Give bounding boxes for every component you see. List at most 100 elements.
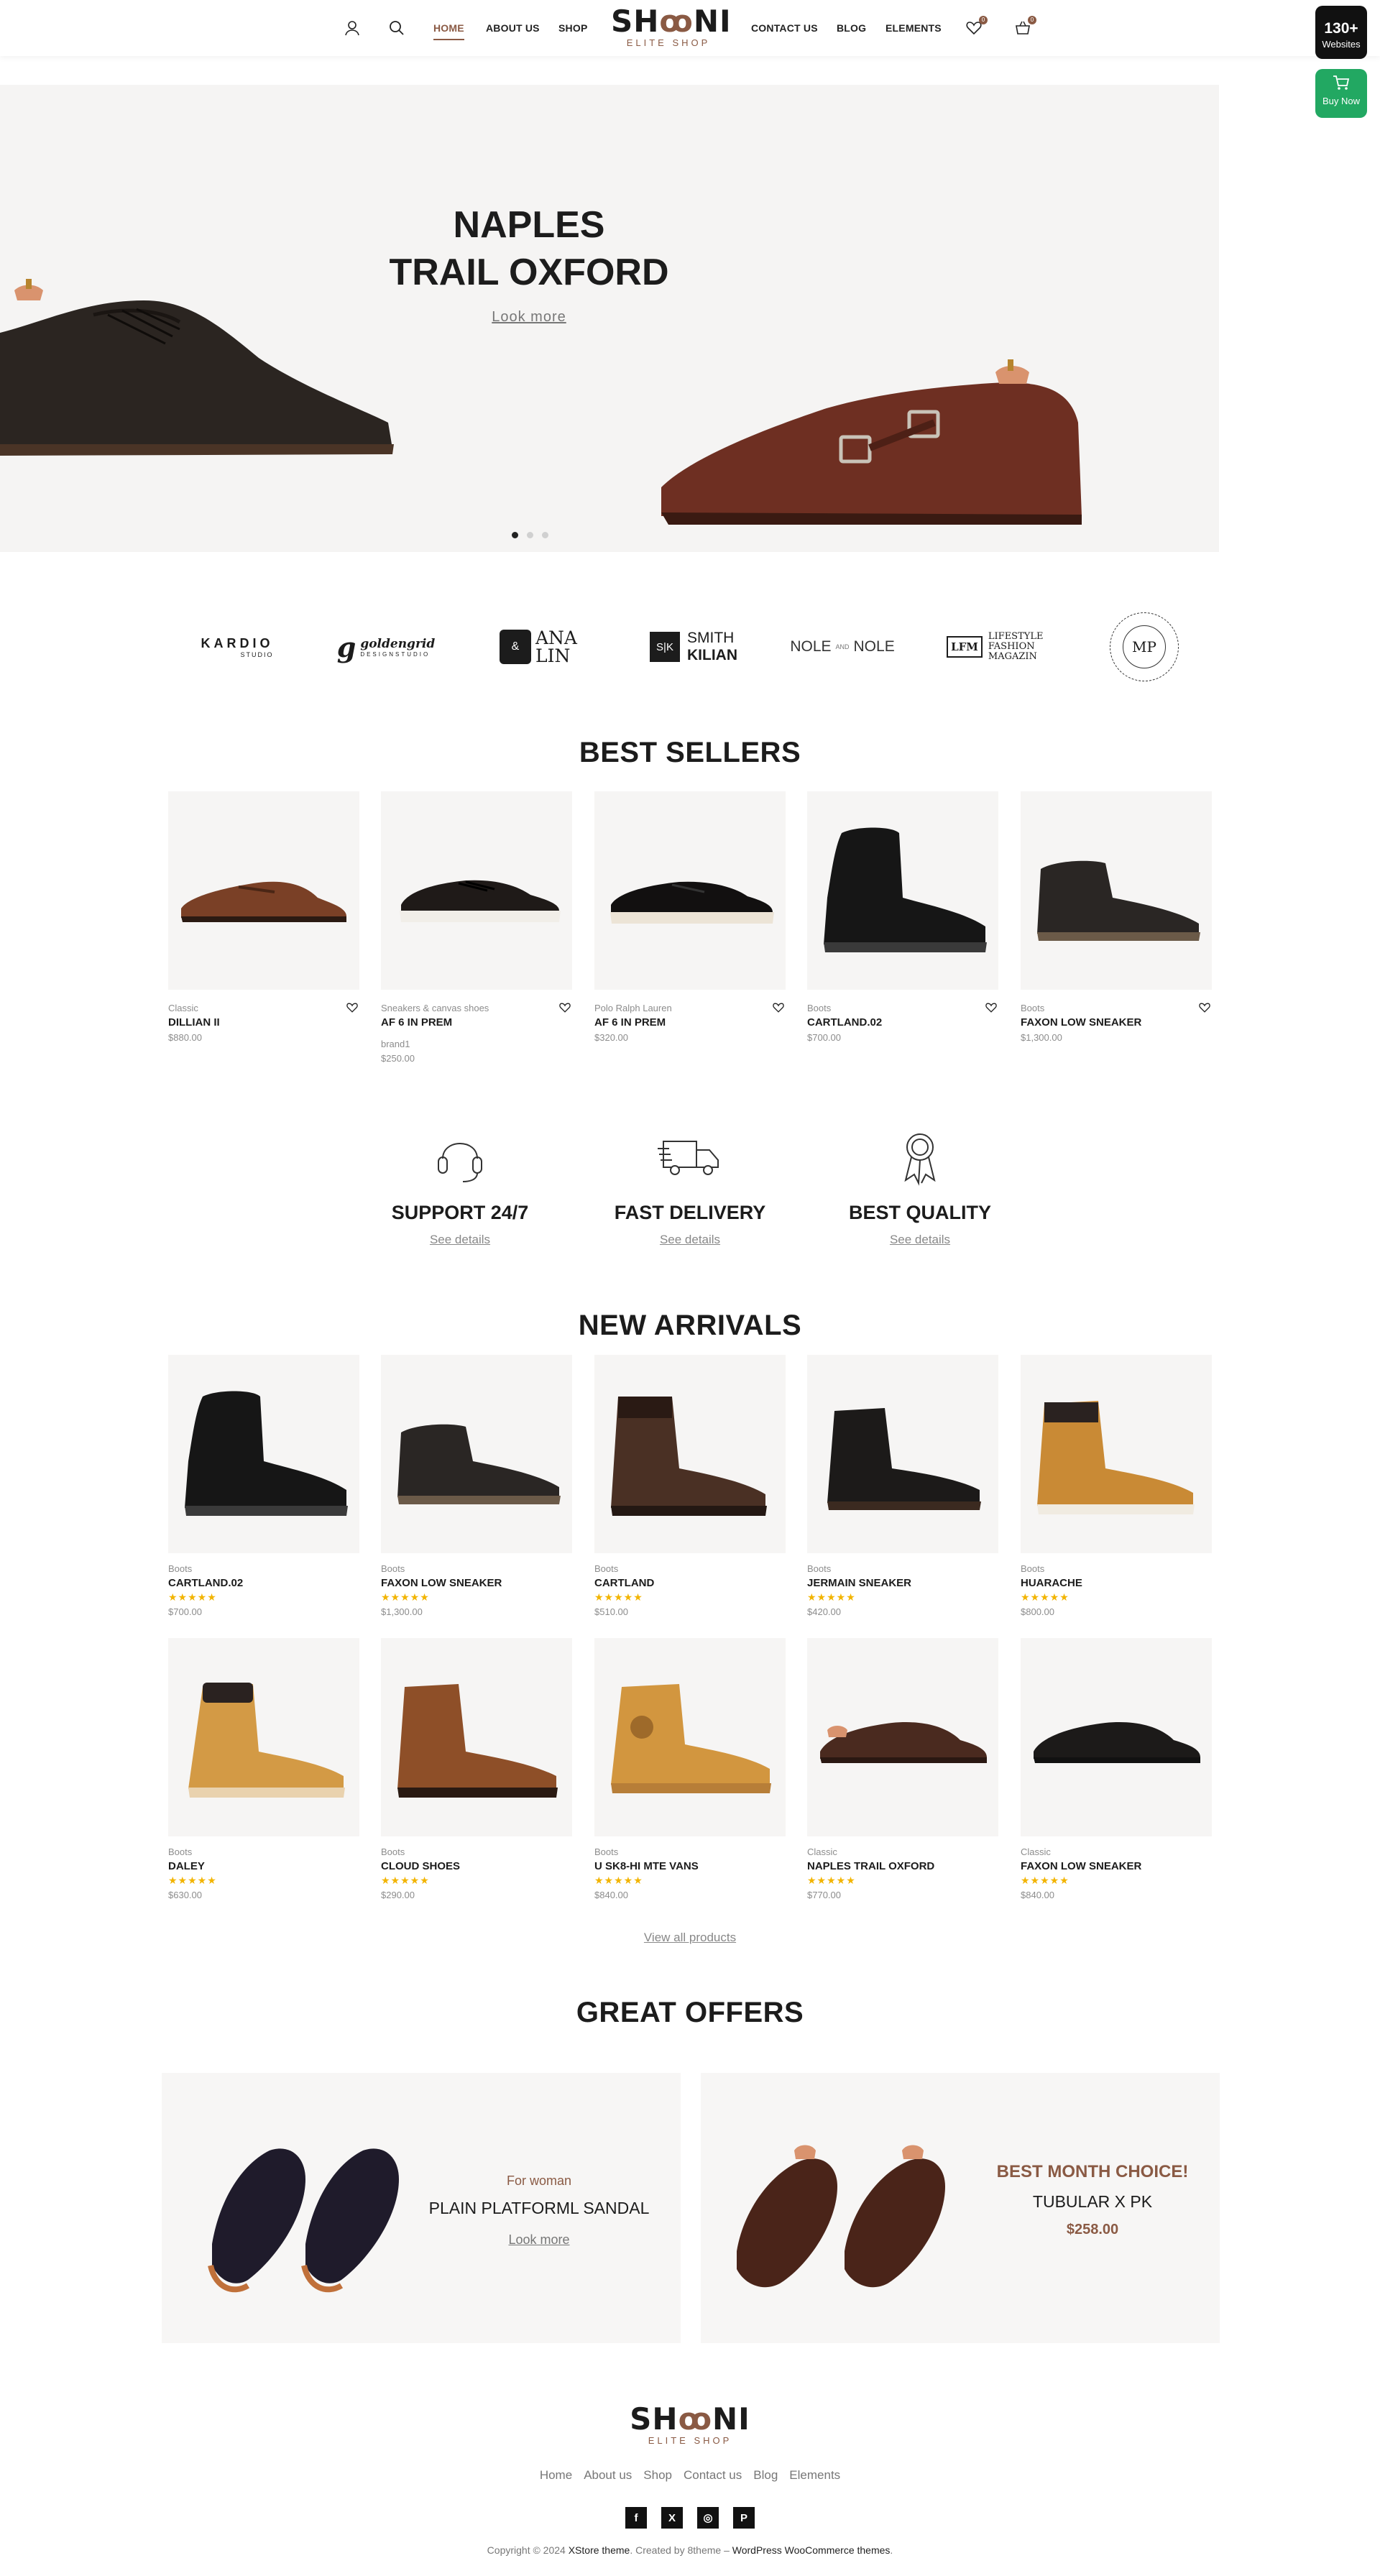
nav-blog[interactable]: BLOG xyxy=(837,22,866,34)
product-image[interactable] xyxy=(1021,1355,1212,1553)
wishlist-icon[interactable] xyxy=(559,1002,571,1013)
product-name[interactable]: CARTLAND xyxy=(594,1577,786,1589)
footer-logo[interactable]: SHꝏNI ELITE SHOP xyxy=(618,2404,762,2447)
product-category[interactable]: Classic xyxy=(168,1003,359,1013)
product-card[interactable]: Classic NAPLES TRAIL OXFORD ★★★★★ $770.0… xyxy=(807,1638,998,1900)
product-category[interactable]: Polo Ralph Lauren xyxy=(594,1003,786,1013)
brand-logo-nole-nole[interactable]: NOLE AND NOLE xyxy=(790,618,894,676)
product-name[interactable]: DILLIAN II xyxy=(168,1016,359,1029)
product-card[interactable]: Boots FAXON LOW SNEAKER $1,300.00 xyxy=(1021,791,1212,1043)
brand-logo-kardio[interactable]: KARDIO STUDIO xyxy=(194,618,280,676)
product-image[interactable] xyxy=(168,791,359,990)
offer-look-more-link[interactable]: Look more xyxy=(420,2232,658,2248)
product-image[interactable] xyxy=(168,1355,359,1553)
product-name[interactable]: AF 6 IN PREM xyxy=(594,1016,786,1029)
product-image[interactable] xyxy=(381,1638,572,1836)
wordpress-themes-link[interactable]: WordPress WooCommerce themes xyxy=(732,2544,891,2556)
instagram-icon[interactable]: ◎ xyxy=(697,2507,719,2529)
product-image[interactable] xyxy=(807,791,998,990)
product-name[interactable]: JERMAIN SNEAKER xyxy=(807,1577,998,1589)
slider-dot-3[interactable] xyxy=(542,532,548,538)
product-card[interactable]: Classic FAXON LOW SNEAKER ★★★★★ $840.00 xyxy=(1021,1638,1212,1900)
cart-icon[interactable]: 0 xyxy=(1013,16,1036,37)
pinterest-icon[interactable]: P xyxy=(733,2507,755,2529)
product-card[interactable]: Boots CARTLAND ★★★★★ $510.00 xyxy=(594,1355,786,1617)
product-image[interactable] xyxy=(594,1638,786,1836)
product-name[interactable]: CARTLAND.02 xyxy=(807,1016,998,1029)
product-name[interactable]: FAXON LOW SNEAKER xyxy=(1021,1016,1212,1029)
product-category[interactable]: Boots xyxy=(594,1846,786,1857)
footer-link-contact-us[interactable]: Contact us xyxy=(684,2468,742,2483)
wishlist-icon[interactable] xyxy=(346,1002,358,1013)
product-card[interactable]: Polo Ralph Lauren AF 6 IN PREM $320.00 xyxy=(594,791,786,1043)
product-image[interactable] xyxy=(807,1638,998,1836)
product-category[interactable]: Boots xyxy=(168,1846,359,1857)
product-name[interactable]: DALEY xyxy=(168,1860,359,1872)
product-name[interactable]: CARTLAND.02 xyxy=(168,1577,359,1589)
product-card[interactable]: Classic DILLIAN II $880.00 xyxy=(168,791,359,1043)
product-card[interactable]: Boots FAXON LOW SNEAKER ★★★★★ $1,300.00 xyxy=(381,1355,572,1617)
slider-dot-1[interactable] xyxy=(512,532,518,538)
footer-link-shop[interactable]: Shop xyxy=(643,2468,672,2483)
view-all-products-link[interactable]: View all products xyxy=(0,1931,1380,1945)
product-category[interactable]: Boots xyxy=(807,1563,998,1574)
websites-widget[interactable]: 130+ Websites xyxy=(1315,6,1367,59)
product-card[interactable]: Boots U SK8-HI MTE VANS ★★★★★ $840.00 xyxy=(594,1638,786,1900)
product-card[interactable]: Sneakers & canvas shoes AF 6 IN PREM bra… xyxy=(381,791,572,1064)
wishlist-icon[interactable]: 0 xyxy=(965,16,988,37)
product-category[interactable]: Boots xyxy=(381,1846,572,1857)
product-image[interactable] xyxy=(1021,1638,1212,1836)
product-name[interactable]: NAPLES TRAIL OXFORD xyxy=(807,1860,998,1872)
product-card[interactable]: Boots CARTLAND.02 $700.00 xyxy=(807,791,998,1043)
product-image[interactable] xyxy=(381,1355,572,1553)
slider-dot-2[interactable] xyxy=(527,532,533,538)
wishlist-icon[interactable] xyxy=(1199,1002,1210,1013)
wishlist-icon[interactable] xyxy=(773,1002,784,1013)
feature-see-details-link[interactable]: See details xyxy=(345,1233,575,1247)
product-name[interactable]: AF 6 IN PREM xyxy=(381,1016,572,1029)
product-card[interactable]: Boots HUARACHE ★★★★★ $800.00 xyxy=(1021,1355,1212,1617)
site-logo[interactable]: SHꝏNI ELITE SHOP xyxy=(611,6,731,53)
offer-banner-right[interactable]: BEST MONTH CHOICE! TUBULAR X PK $258.00 xyxy=(701,2073,1220,2343)
offer-banner-left[interactable]: For woman PLAIN PLATFORML SANDAL Look mo… xyxy=(162,2073,681,2343)
product-category[interactable]: Boots xyxy=(1021,1003,1212,1013)
footer-link-elements[interactable]: Elements xyxy=(789,2468,840,2483)
product-card[interactable]: Boots DALEY ★★★★★ $630.00 xyxy=(168,1638,359,1900)
product-image[interactable] xyxy=(594,1355,786,1553)
brand-logo-lfm[interactable]: LFM LIFESTYLE FASHION MAGAZIN xyxy=(945,618,1046,676)
product-category[interactable]: Classic xyxy=(1021,1846,1212,1857)
product-category[interactable]: Boots xyxy=(594,1563,786,1574)
product-name[interactable]: U SK8-HI MTE VANS xyxy=(594,1860,786,1872)
x-twitter-icon[interactable]: X xyxy=(661,2507,683,2529)
footer-link-home[interactable]: Home xyxy=(540,2468,572,2483)
xstore-theme-link[interactable]: XStore theme xyxy=(569,2544,630,2556)
nav-home[interactable]: HOME xyxy=(433,22,464,34)
brand-logo-mp[interactable]: MP xyxy=(1107,612,1182,681)
brand-logo-goldengrid[interactable]: g goldengrid DESIGNSTUDIO xyxy=(332,618,440,676)
product-category[interactable]: Classic xyxy=(807,1846,998,1857)
product-brand[interactable]: brand1 xyxy=(381,1039,572,1049)
brand-logo-smith-kilian[interactable]: S|K SMITH KILIAN xyxy=(645,618,742,676)
product-category[interactable]: Boots xyxy=(168,1563,359,1574)
product-image[interactable] xyxy=(807,1355,998,1553)
product-category[interactable]: Boots xyxy=(807,1003,998,1013)
product-name[interactable]: HUARACHE xyxy=(1021,1577,1212,1589)
nav-elements[interactable]: ELEMENTS xyxy=(886,22,942,34)
nav-about-us[interactable]: ABOUT US xyxy=(486,22,540,34)
nav-shop[interactable]: SHOP xyxy=(558,22,587,34)
product-image[interactable] xyxy=(1021,791,1212,990)
feature-see-details-link[interactable]: See details xyxy=(575,1233,805,1247)
product-category[interactable]: Boots xyxy=(1021,1563,1212,1574)
product-image[interactable] xyxy=(594,791,786,990)
hero-look-more-link[interactable]: Look more xyxy=(374,309,684,326)
product-name[interactable]: CLOUD shoes xyxy=(381,1860,572,1872)
product-card[interactable]: Boots JERMAIN SNEAKER ★★★★★ $420.00 xyxy=(807,1355,998,1617)
buy-now-button[interactable]: Buy Now xyxy=(1315,69,1367,118)
brand-logo-analin[interactable]: & ANA LIN xyxy=(496,618,582,676)
footer-link-blog[interactable]: Blog xyxy=(753,2468,778,2483)
product-card[interactable]: Boots CARTLAND.02 ★★★★★ $700.00 xyxy=(168,1355,359,1617)
account-icon[interactable] xyxy=(343,19,362,37)
wishlist-icon[interactable] xyxy=(985,1002,997,1013)
product-image[interactable] xyxy=(168,1638,359,1836)
product-card[interactable]: Boots CLOUD shoes ★★★★★ $290.00 xyxy=(381,1638,572,1900)
